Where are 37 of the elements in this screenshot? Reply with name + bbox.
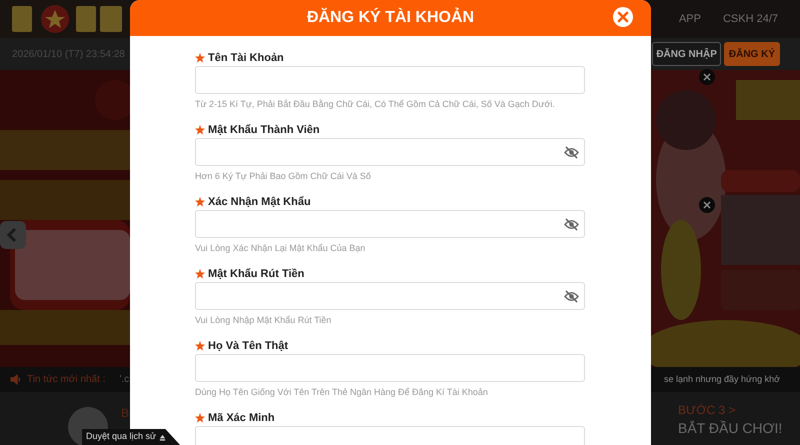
- field-hint: Dùng Họ Tên Giống Với Tên Trên Thẻ Ngân Hàng Để Đăng Kí Tài Khoản: [195, 386, 489, 398]
- field-hint: Hơn 6 Ký Tự Phải Bao Gồm Chữ Cái Và Số: [195, 170, 372, 182]
- eye-slash-icon[interactable]: [564, 218, 579, 230]
- field-label: Xác Nhận Mật Khẩu: [208, 194, 311, 210]
- ticker-label: Tin tức mới nhất :: [27, 373, 106, 387]
- arrow-left-icon[interactable]: [0, 221, 26, 249]
- eject-icon: [159, 434, 166, 440]
- field-hint: Vui Lòng Xác Nhận Lại Mật Khẩu Của Bạn: [195, 242, 366, 254]
- step-title: BƯỚC 3 >: [678, 403, 737, 417]
- field-label: Mật Khẩu Rút Tiền: [208, 266, 304, 282]
- close-icon[interactable]: [613, 7, 633, 27]
- field-label: Họ Và Tên Thật: [208, 338, 288, 354]
- field-label: Mật Khẩu Thành Viên: [208, 122, 320, 138]
- nav-link[interactable]: CSKH 24/7: [722, 10, 778, 28]
- step-text: BẮT ĐẦU CHƠI!: [678, 420, 784, 436]
- eye-slash-icon[interactable]: [564, 290, 579, 302]
- input-field[interactable]: [195, 210, 585, 238]
- input-field[interactable]: [195, 282, 585, 310]
- input-field[interactable]: [195, 138, 585, 166]
- input-field[interactable]: [195, 66, 585, 94]
- field-label: Tên Tài Khoản: [208, 50, 284, 66]
- close-icon[interactable]: [699, 69, 715, 85]
- field-hint: Vui Lòng Nhập Mật Khẩu Rút Tiền: [195, 314, 332, 326]
- ticker-text: '.c: [119, 373, 130, 387]
- history-tab[interactable]: Duyệt qua lịch sử: [82, 429, 180, 445]
- step-title: B: [121, 405, 130, 422]
- field-hint: Từ 2-15 Kí Tự, Phải Bắt Đầu Bằng Chữ Cái, Có Thể Gồm Cả Chữ Cái, Số Và Gạch Dưới.: [195, 98, 556, 110]
- nav-link[interactable]: APP: [678, 10, 701, 28]
- close-icon[interactable]: [699, 197, 715, 213]
- eye-slash-icon[interactable]: [564, 146, 579, 158]
- input-field[interactable]: [195, 354, 585, 382]
- login-button[interactable]: ĐĂNG NHẬP: [652, 42, 721, 66]
- field-label: Mã Xác Minh: [208, 410, 275, 426]
- modal-title: ĐĂNG KÝ TÀI KHOẢN: [306, 6, 474, 28]
- speaker-icon: [10, 374, 21, 385]
- register-button[interactable]: ĐĂNG KÝ: [724, 42, 780, 66]
- ticker-text: se lạnh nhưng đầy hứng khở: [664, 372, 781, 386]
